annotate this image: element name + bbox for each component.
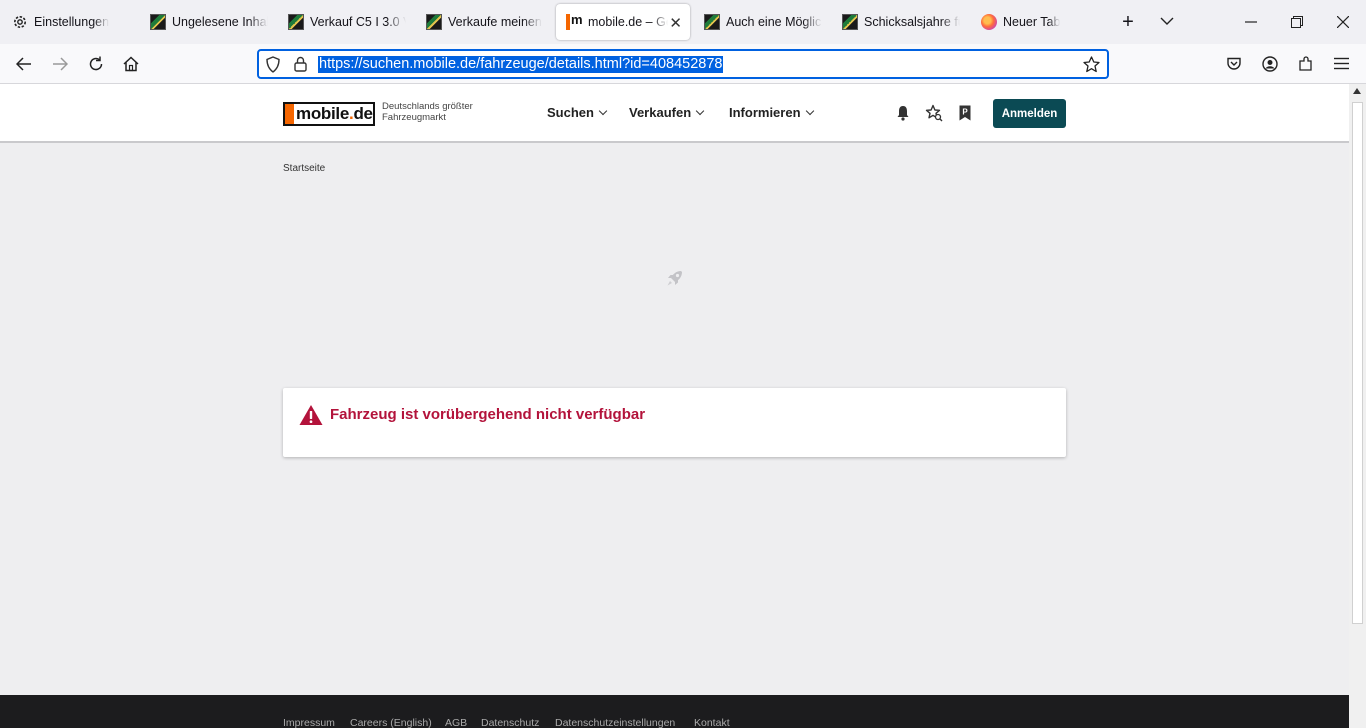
url-text[interactable]: https://suchen.mobile.de/fahrzeuge/detai…	[318, 56, 724, 73]
footer-link-kontakt[interactable]: Kontakt	[694, 717, 730, 728]
breadcrumb-home-link[interactable]: Startseite	[283, 163, 325, 174]
browser-tab-bar: Einstellungen Ungelesene Inhalte Verkauf…	[0, 0, 1366, 44]
site-footer: Impressum Careers (English) AGB Datensch…	[0, 695, 1349, 728]
footer-link-datenschutzeinstellungen[interactable]: Datenschutzeinstellungen	[555, 717, 675, 728]
saved-search-star-icon[interactable]	[925, 104, 943, 122]
close-icon[interactable]: ✕	[669, 14, 682, 32]
firefox-icon	[981, 14, 997, 30]
tab-mobile-de[interactable]: mobile.de – Gebrauchtwagen ✕	[556, 4, 690, 40]
tab-title: Auch eine Möglichkeit	[726, 15, 822, 29]
tab-title: mobile.de – Gebrauchtwagen	[588, 15, 668, 29]
page-scrollbar[interactable]	[1349, 84, 1366, 728]
minimize-icon[interactable]	[1245, 21, 1257, 23]
account-icon[interactable]	[1262, 56, 1278, 72]
tab-verkaufe-meinen[interactable]: Verkaufe meinen	[426, 4, 544, 40]
footer-link-impressum[interactable]: Impressum	[283, 717, 335, 728]
home-icon[interactable]	[123, 56, 139, 72]
chevron-down-icon	[805, 106, 814, 116]
scroll-up-arrow-icon[interactable]	[1353, 88, 1361, 94]
logo-tagline: Deutschlands größter Fahrzeugmarkt	[382, 101, 473, 123]
flag-favicon-icon	[842, 14, 858, 30]
reload-icon[interactable]	[88, 56, 104, 72]
tab-title: Neuer Tab	[1003, 15, 1061, 29]
nav-search[interactable]: Suchen	[547, 105, 608, 120]
tab-neuer-tab[interactable]: Neuer Tab	[981, 4, 1099, 40]
extensions-icon[interactable]	[1298, 56, 1314, 72]
tab-title: Verkaufe meinen	[448, 15, 542, 29]
flag-favicon-icon	[426, 14, 442, 30]
gear-icon	[14, 16, 26, 28]
close-window-icon[interactable]	[1337, 16, 1349, 28]
tracking-shield-icon[interactable]	[265, 56, 281, 73]
notification-bell-icon[interactable]	[894, 104, 912, 122]
tab-list-chevron-icon[interactable]	[1160, 16, 1174, 26]
scrollbar-thumb[interactable]	[1352, 102, 1363, 624]
svg-text:P: P	[962, 108, 968, 117]
flag-favicon-icon	[704, 14, 720, 30]
tab-settings[interactable]: Einstellungen	[12, 4, 140, 40]
tab-title: Schicksalsjahre für	[864, 15, 960, 29]
footer-link-agb[interactable]: AGB	[445, 717, 467, 728]
chevron-down-icon	[598, 106, 608, 116]
pocket-icon[interactable]	[1226, 56, 1242, 72]
site-header: mobile.de Deutschlands größter Fahrzeugm…	[0, 84, 1349, 143]
parking-bookmark-icon[interactable]: P	[956, 104, 974, 122]
flag-favicon-icon	[150, 14, 166, 30]
tab-title: Einstellungen	[34, 15, 110, 29]
tab-title: Verkauf C5 I 3.0 V6	[310, 15, 406, 29]
nav-inform[interactable]: Informieren	[729, 105, 814, 120]
flag-favicon-icon	[288, 14, 304, 30]
logo-accent	[285, 104, 294, 124]
back-arrow-icon[interactable]	[16, 57, 32, 71]
footer-link-careers[interactable]: Careers (English)	[350, 717, 432, 728]
tab-ungelesene[interactable]: Ungelesene Inhalte	[150, 4, 268, 40]
lock-icon[interactable]	[294, 56, 307, 72]
logo-wordmark: mobile.de	[296, 104, 373, 123]
bookmark-star-icon[interactable]	[1083, 56, 1100, 73]
url-bar[interactable]: https://suchen.mobile.de/fahrzeuge/detai…	[257, 49, 1109, 79]
browser-nav-bar: https://suchen.mobile.de/fahrzeuge/detai…	[0, 44, 1366, 84]
chevron-down-icon	[695, 106, 705, 116]
mobile-favicon-icon	[566, 12, 583, 30]
login-button[interactable]: Anmelden	[993, 99, 1066, 128]
menu-icon[interactable]	[1334, 57, 1349, 70]
footer-link-datenschutz[interactable]: Datenschutz	[481, 717, 539, 728]
restore-icon[interactable]	[1291, 16, 1303, 28]
mobile-de-logo[interactable]: mobile.de	[283, 102, 375, 126]
tab-schicksalsjahre[interactable]: Schicksalsjahre für	[842, 4, 960, 40]
tab-verkauf-c5[interactable]: Verkauf C5 I 3.0 V6	[288, 4, 406, 40]
new-tab-plus-icon[interactable]: +	[1117, 11, 1139, 33]
tab-auch-eine[interactable]: Auch eine Möglichkeit	[704, 4, 822, 40]
alert-message: Fahrzeug ist vorübergehend nicht verfügb…	[330, 406, 646, 423]
nav-sell[interactable]: Verkaufen	[629, 105, 705, 120]
forward-arrow-icon[interactable]	[52, 57, 68, 71]
rocket-loader-icon	[667, 271, 682, 286]
tab-title: Ungelesene Inhalte	[172, 15, 268, 29]
unavailable-alert: Fahrzeug ist vorübergehend nicht verfügb…	[283, 388, 1066, 457]
warning-triangle-icon	[299, 405, 323, 425]
